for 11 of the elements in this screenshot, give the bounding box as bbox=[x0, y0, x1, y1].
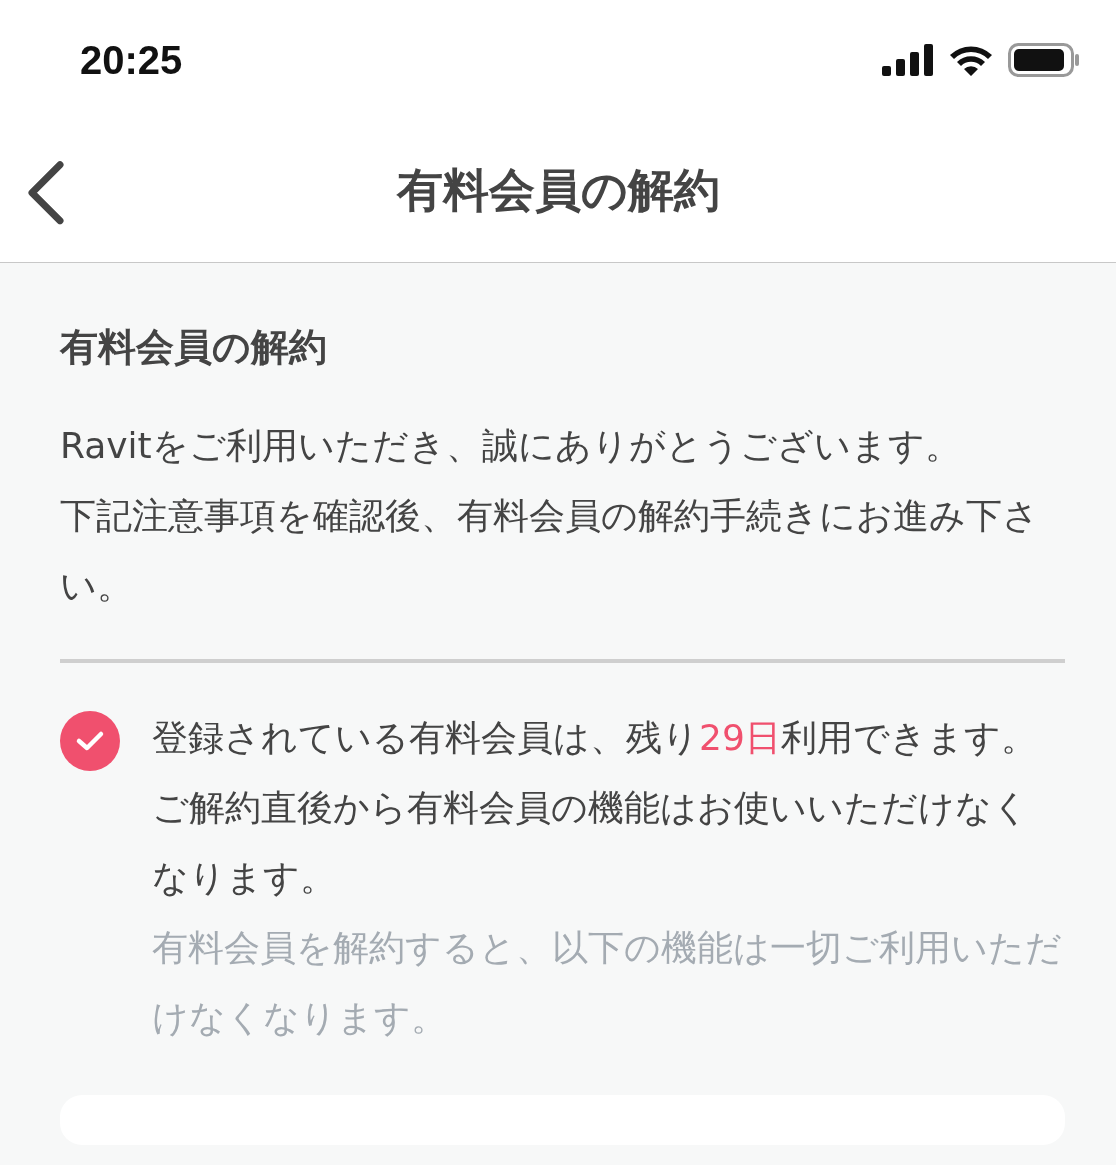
wifi-icon bbox=[948, 44, 994, 76]
signal-icon bbox=[882, 44, 934, 76]
notice-text: ご解約直後から有料会員の機能はお使いいただけなくなります。 bbox=[152, 785, 1030, 900]
battery-icon bbox=[1008, 43, 1080, 77]
status-time: 20:25 bbox=[80, 37, 183, 83]
notice-text: 登録されている有料会員は、残り 29日利用できます。 bbox=[152, 715, 1038, 760]
intro-text: Ravitをご利用いただき、誠にありがとうございます。 bbox=[60, 423, 962, 468]
note-text: 有料会員を解約すると、以下の機能は一切ご利用いただけなくなります。 bbox=[152, 925, 1063, 1040]
section-title: 有料会員の解約 bbox=[60, 325, 328, 371]
page-title: 有料会員の解約 bbox=[396, 162, 720, 219]
intro-text: 下記注意事項を確認後、有料会員の解約手続きにお進み下さい。 bbox=[60, 493, 1040, 608]
